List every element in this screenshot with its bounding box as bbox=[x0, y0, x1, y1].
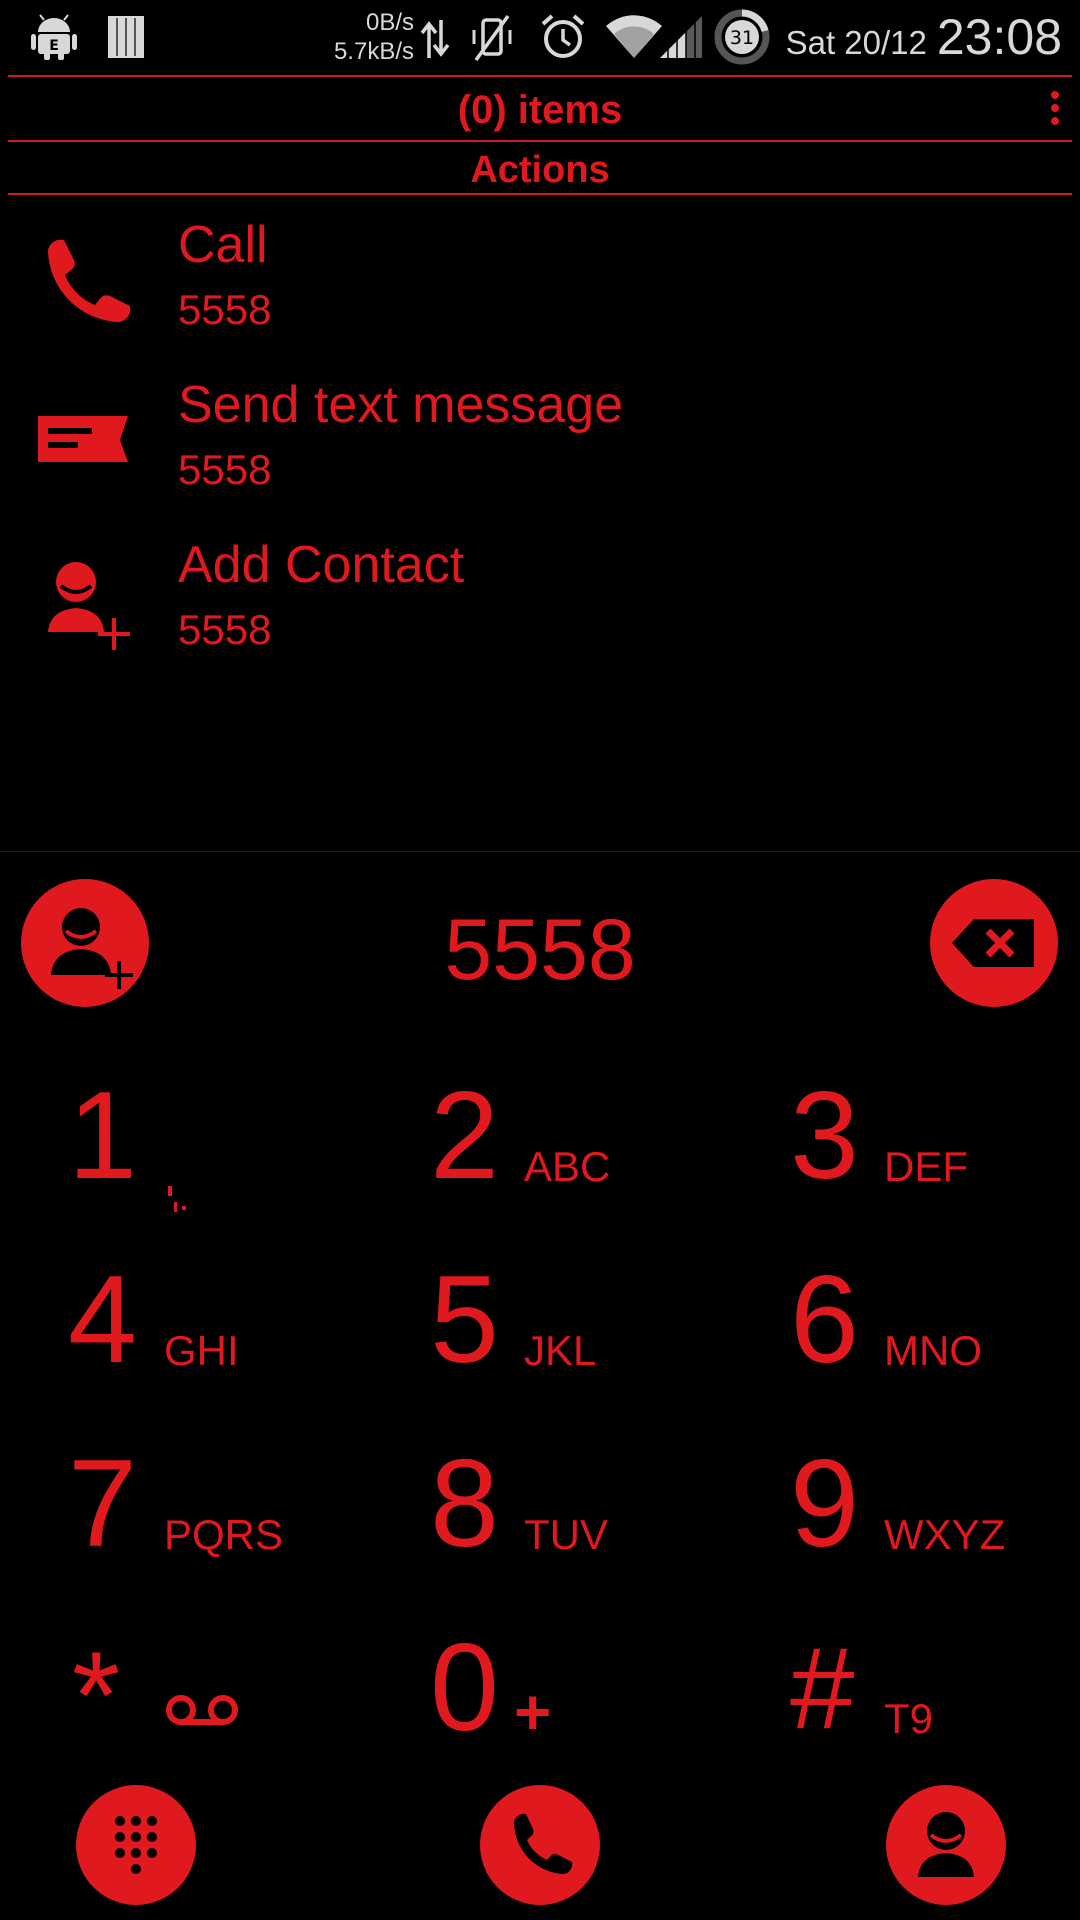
key-letters: PQRS bbox=[164, 1511, 284, 1558]
key-digit: 4 bbox=[68, 1251, 137, 1389]
backspace-button[interactable] bbox=[930, 879, 1058, 1007]
key-digit: 1 bbox=[68, 1067, 137, 1205]
key-digit: 6 bbox=[790, 1251, 859, 1389]
key-digit: 7 bbox=[68, 1435, 137, 1573]
vibrate-icon bbox=[472, 14, 512, 62]
header-bottom-line bbox=[8, 193, 1072, 195]
header-top-line bbox=[8, 75, 1072, 77]
key-letters: MNO bbox=[884, 1327, 982, 1374]
net-up-speed: 0B/s bbox=[365, 9, 414, 36]
key-digit: 2 bbox=[430, 1067, 499, 1205]
items-title: (0) items bbox=[457, 88, 623, 132]
status-date: Sat 20/12 bbox=[785, 24, 927, 61]
action-add-contact-number: 5558 bbox=[178, 606, 272, 653]
key-digit: 0 bbox=[430, 1619, 499, 1757]
wifi-icon bbox=[606, 15, 662, 58]
svg-text:E: E bbox=[49, 38, 59, 54]
key-letters: TUV bbox=[524, 1511, 608, 1558]
action-send-text-title: Send text message bbox=[178, 376, 624, 434]
key-digit: 3 bbox=[790, 1067, 859, 1205]
key-letters: ABC bbox=[524, 1143, 611, 1190]
net-down-speed: 5.7kB/s bbox=[333, 38, 414, 65]
key-digit: # bbox=[790, 1623, 855, 1753]
status-bar: E 0B/s 5.7kB/s 31 Sat 20/12 23:08 bbox=[0, 0, 1080, 75]
call-icon bbox=[514, 1813, 573, 1874]
key-star[interactable]: * bbox=[0, 1602, 360, 1786]
dialer-divider bbox=[0, 851, 1080, 852]
add-contact-icon bbox=[51, 908, 133, 989]
status-time: 23:08 bbox=[936, 9, 1062, 65]
backspace-icon bbox=[952, 919, 1034, 967]
voicemail-icon bbox=[166, 1695, 238, 1725]
action-add-contact-title: Add Contact bbox=[178, 536, 465, 594]
key-digit: 8 bbox=[430, 1435, 499, 1573]
key-8[interactable]: 8 TUV bbox=[360, 1418, 720, 1602]
add-contact-button[interactable] bbox=[21, 879, 149, 1007]
key-letters: T9 bbox=[884, 1695, 934, 1742]
phone-icon bbox=[48, 239, 131, 322]
action-add-contact[interactable]: Add Contact 5558 bbox=[0, 530, 1080, 680]
battery-icon: 31 bbox=[714, 9, 770, 65]
contacts-icon bbox=[918, 1812, 974, 1877]
action-send-text-number: 5558 bbox=[178, 446, 272, 493]
key-digit: 5 bbox=[430, 1251, 499, 1389]
dialed-number-display[interactable]: 5558 bbox=[300, 895, 780, 1005]
key-digit: 9 bbox=[790, 1435, 859, 1573]
dialer-screen: E 0B/s 5.7kB/s 31 Sat 20/12 23:08 (0) it… bbox=[0, 0, 1080, 1920]
android-debug-icon: E bbox=[31, 14, 77, 60]
header-mid-line bbox=[8, 140, 1072, 142]
key-9[interactable]: 9 WXYZ bbox=[720, 1418, 1080, 1602]
key-0[interactable]: 0 + bbox=[360, 1602, 720, 1786]
action-call[interactable]: Call 5558 bbox=[0, 210, 1080, 360]
key-letters: + bbox=[514, 1676, 552, 1748]
key-2[interactable]: 2 ABC bbox=[360, 1050, 720, 1234]
key-4[interactable]: 4 GHI bbox=[0, 1234, 360, 1418]
dialpad-button[interactable] bbox=[76, 1785, 196, 1905]
key-5[interactable]: 5 JKL bbox=[360, 1234, 720, 1418]
call-button[interactable] bbox=[480, 1785, 600, 1905]
key-letters: DEF bbox=[884, 1143, 968, 1190]
key-digit: * bbox=[72, 1627, 121, 1765]
punctuation-icon bbox=[168, 1186, 186, 1212]
key-letters: JKL bbox=[524, 1327, 597, 1374]
key-3[interactable]: 3 DEF bbox=[720, 1050, 1080, 1234]
key-letters: GHI bbox=[164, 1327, 239, 1374]
sim-card-icon bbox=[108, 16, 144, 58]
overflow-menu-icon[interactable] bbox=[1044, 90, 1066, 126]
contacts-button[interactable] bbox=[886, 1785, 1006, 1905]
key-6[interactable]: 6 MNO bbox=[720, 1234, 1080, 1418]
add-contact-icon bbox=[48, 562, 130, 650]
key-7[interactable]: 7 PQRS bbox=[0, 1418, 360, 1602]
message-icon bbox=[38, 416, 128, 462]
action-call-title: Call bbox=[178, 216, 268, 274]
key-letters: WXYZ bbox=[884, 1511, 1006, 1558]
data-transfer-icon bbox=[420, 20, 450, 58]
dialpad-icon bbox=[115, 1816, 157, 1874]
signal-icon bbox=[660, 16, 702, 58]
battery-level: 31 bbox=[730, 27, 754, 49]
key-hash[interactable]: # T9 bbox=[720, 1602, 1080, 1786]
key-1[interactable]: 1 bbox=[0, 1050, 360, 1234]
action-call-number: 5558 bbox=[178, 286, 272, 333]
alarm-icon bbox=[541, 14, 585, 58]
network-speed: 0B/s 5.7kB/s bbox=[318, 8, 414, 66]
actions-header: Actions bbox=[470, 149, 610, 191]
date-time: Sat 20/12 23:08 bbox=[786, 8, 1062, 68]
action-send-text[interactable]: Send text message 5558 bbox=[0, 370, 1080, 520]
